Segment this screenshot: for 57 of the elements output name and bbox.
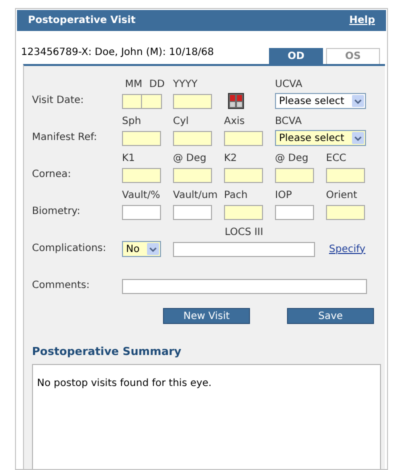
help-link[interactable]: Help bbox=[349, 13, 375, 28]
column-header: LOCS III bbox=[224, 226, 264, 240]
patient-info: 123456789-X: Doe, John (M): 10/18/68 bbox=[21, 46, 214, 60]
column-header: MM bbox=[125, 78, 142, 92]
input-field[interactable] bbox=[173, 130, 212, 146]
dropdown[interactable]: Please select bbox=[275, 130, 366, 146]
column-header: Vault/% bbox=[122, 188, 160, 202]
input-field[interactable] bbox=[173, 168, 212, 182]
column-header: Axis bbox=[224, 114, 245, 128]
comments-field[interactable] bbox=[122, 278, 367, 294]
column-header: YYYY bbox=[173, 78, 198, 92]
column-header: IOP bbox=[275, 188, 292, 202]
column-header: Cyl bbox=[173, 114, 189, 128]
eye-tab[interactable]: OD bbox=[269, 48, 323, 64]
input-field[interactable] bbox=[173, 242, 315, 256]
field-label: Comments: bbox=[32, 279, 91, 293]
column-header: DD bbox=[149, 78, 165, 92]
action-button[interactable]: Save bbox=[287, 308, 374, 324]
input-field[interactable] bbox=[173, 94, 212, 108]
column-header: @ Deg bbox=[275, 152, 308, 166]
column-header: K2 bbox=[224, 152, 237, 166]
date-part-field[interactable] bbox=[142, 94, 162, 108]
eye-tab[interactable]: OS bbox=[326, 48, 380, 64]
input-field[interactable] bbox=[275, 204, 314, 220]
column-header: BCVA bbox=[275, 114, 302, 128]
summary-title: Postoperative Summary bbox=[32, 344, 182, 360]
input-field[interactable] bbox=[122, 130, 161, 146]
input-field[interactable] bbox=[122, 204, 161, 220]
field-label: Visit Date: bbox=[32, 94, 85, 108]
field-label: Manifest Ref: bbox=[32, 131, 98, 145]
input-field[interactable] bbox=[122, 168, 161, 182]
column-header: Pach bbox=[224, 188, 248, 202]
column-header: K1 bbox=[122, 152, 135, 166]
column-header: @ Deg bbox=[173, 152, 206, 166]
dropdown[interactable]: No bbox=[122, 241, 161, 257]
input-field[interactable] bbox=[224, 204, 263, 220]
column-header: UCVA bbox=[275, 78, 302, 92]
specify-link[interactable]: Specify bbox=[329, 242, 366, 256]
column-header: Orient bbox=[326, 188, 358, 202]
action-button[interactable]: New Visit bbox=[163, 308, 250, 324]
input-field[interactable] bbox=[326, 168, 365, 182]
date-part-field[interactable] bbox=[122, 94, 142, 108]
input-field[interactable] bbox=[326, 204, 365, 220]
field-label: Complications: bbox=[32, 242, 108, 256]
calendar-icon[interactable] bbox=[228, 93, 244, 109]
column-header: Vault/um bbox=[173, 188, 218, 202]
field-label: Cornea: bbox=[32, 168, 72, 182]
input-field[interactable] bbox=[224, 130, 263, 146]
input-field[interactable] bbox=[173, 204, 212, 220]
input-field[interactable] bbox=[275, 168, 314, 182]
dropdown[interactable]: Please select bbox=[275, 93, 366, 109]
column-header: ECC bbox=[326, 152, 346, 166]
input-field[interactable] bbox=[224, 168, 263, 182]
summary-text: No postop visits found for this eye. bbox=[37, 378, 212, 388]
column-header: Sph bbox=[122, 114, 142, 128]
panel-title: Postoperative Visit bbox=[28, 14, 136, 28]
field-label: Biometry: bbox=[32, 205, 82, 219]
